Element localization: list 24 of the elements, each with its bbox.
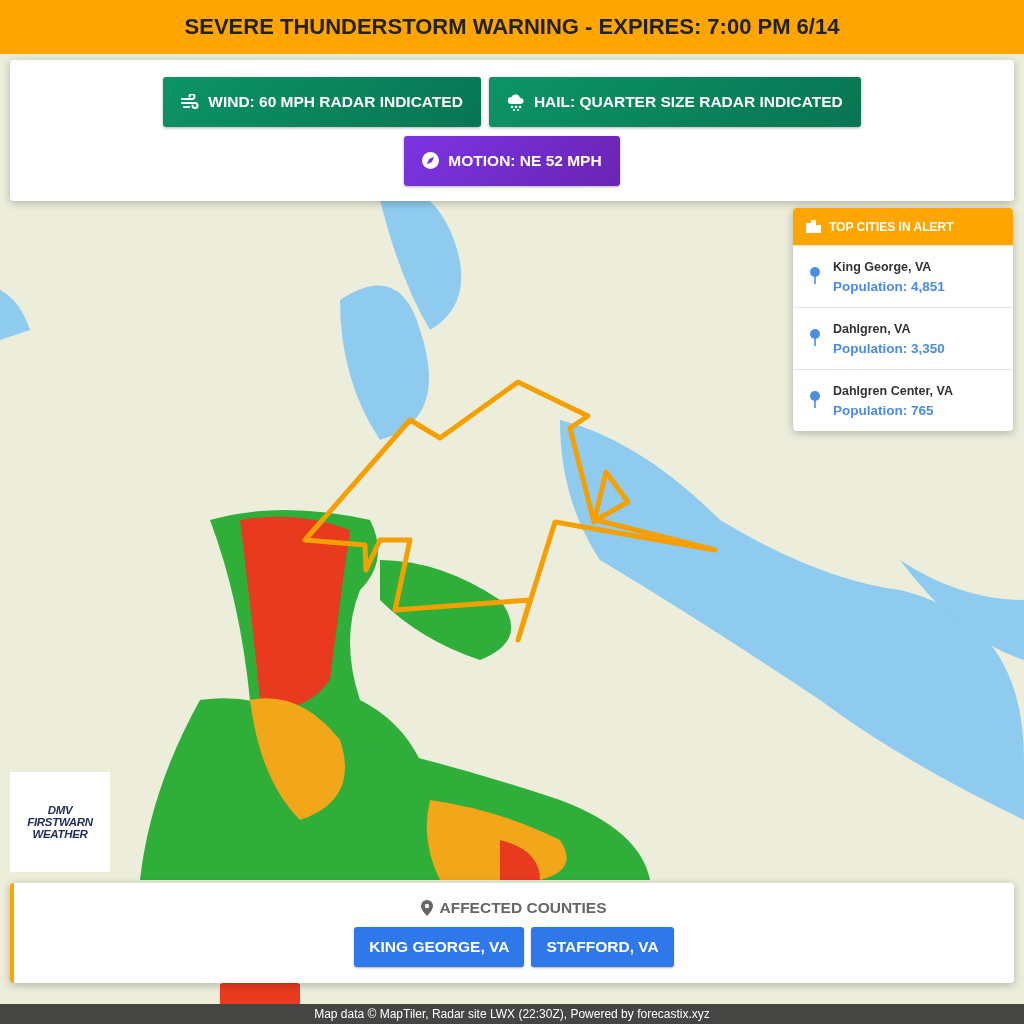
card-title: TOP CITIES IN ALERT <box>829 219 954 234</box>
map-attribution: Map data © MapTiler, Radar site LWX (22:30Z), Powered by forecastix.xyz <box>0 1004 1024 1024</box>
hazard-tag: MOTION: NE 52 MPH <box>404 135 620 186</box>
counties-title: AFFECTED COUNTIES <box>439 899 607 917</box>
city-population: Population: 765 <box>833 402 935 418</box>
cloud-icon <box>506 93 525 111</box>
buildings-icon <box>806 220 821 233</box>
city-name: Dahlgren, VA <box>833 321 912 336</box>
compass-icon <box>422 152 440 169</box>
pin-icon <box>810 390 820 411</box>
pin-icon <box>810 266 820 287</box>
hazard-tag: HAIL: QUARTER SIZE RADAR INDICATED <box>488 77 861 127</box>
city-population: Population: 4,851 <box>833 278 945 294</box>
city-name: King George, VA <box>833 259 933 274</box>
county-tag: STAFFORD, VA <box>531 927 674 967</box>
pin-icon <box>810 328 820 349</box>
wind-icon <box>181 94 200 110</box>
city-population: Population: 3,350 <box>833 340 945 356</box>
county-tag: KING GEORGE, VA <box>354 927 525 967</box>
logo: DMV FIRSTWARN WEATHER <box>27 804 93 840</box>
city-name: Dahlgren Center, VA <box>833 383 953 398</box>
pin-icon <box>421 900 434 916</box>
hazard-tag: WIND: 60 MPH RADAR INDICATED <box>163 77 481 127</box>
warning-banner: SEVERE THUNDERSTORM WARNING - EXPIRES: 7:00 PM 6/14 <box>0 0 1024 54</box>
